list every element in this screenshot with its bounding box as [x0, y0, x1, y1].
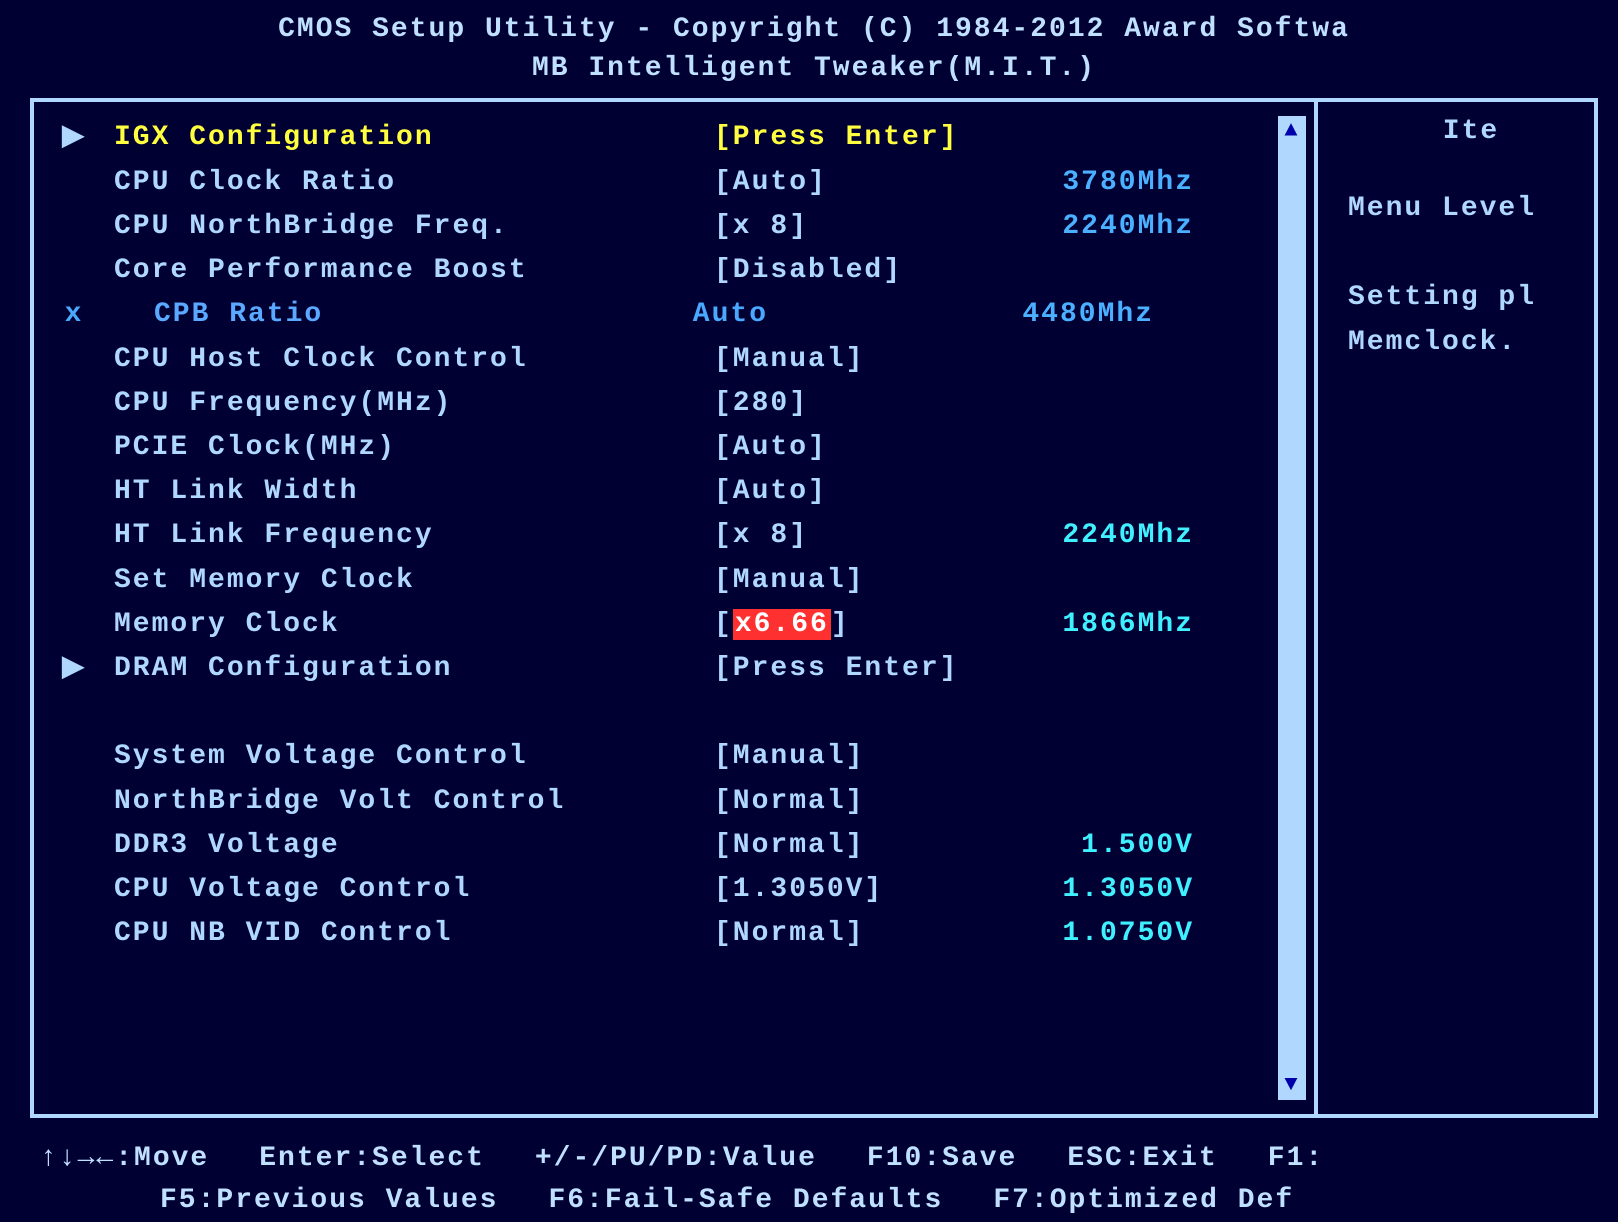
help-title: Ite	[1348, 116, 1594, 147]
bracket-close: ]	[831, 609, 850, 640]
hint-save: F10:Save	[867, 1138, 1067, 1180]
setting-value[interactable]: Auto	[674, 293, 954, 337]
setting-row[interactable]: CPU Voltage Control[1.3050V]1.3050V	[34, 868, 1314, 912]
setting-row[interactable]: Core Performance Boost[Disabled]	[34, 249, 1314, 293]
setting-label: NorthBridge Volt Control	[114, 780, 714, 824]
setting-row[interactable]: CPU NB VID Control[Normal]1.0750V	[34, 912, 1314, 956]
setting-row[interactable]: xCPB Ratio Auto4480Mhz	[34, 293, 1314, 337]
setting-label: CPU Frequency(MHz)	[114, 382, 714, 426]
setting-label: System Voltage Control	[114, 735, 714, 779]
setting-label: DRAM Configuration	[114, 647, 714, 691]
setting-value[interactable]: [Normal]	[714, 912, 994, 956]
hint-exit: ESC:Exit	[1067, 1138, 1267, 1180]
footer-hints: ↑↓→←:Move Enter:Select +/-/PU/PD:Value F…	[30, 1118, 1598, 1222]
setting-label: HT Link Frequency	[114, 514, 714, 558]
setting-label: Set Memory Clock	[114, 559, 714, 603]
setting-row[interactable]: Memory Clock[x6.66]1866Mhz	[34, 603, 1314, 647]
setting-label: Core Performance Boost	[114, 249, 714, 293]
hint-value: +/-/PU/PD:Value	[535, 1138, 867, 1180]
setting-value[interactable]: [Auto]	[714, 426, 994, 470]
setting-readout: 3780Mhz	[994, 161, 1194, 205]
setting-row[interactable]: HT Link Frequency[x 8]2240Mhz	[34, 514, 1314, 558]
bracket-open: [	[714, 609, 733, 640]
setting-row[interactable]: CPU Frequency(MHz)[280]	[34, 382, 1314, 426]
setting-row[interactable]: NorthBridge Volt Control[Normal]	[34, 780, 1314, 824]
scroll-track[interactable]	[1278, 142, 1306, 1074]
blank-row	[34, 691, 1314, 735]
setting-readout: 1.500V	[994, 824, 1194, 868]
setting-row[interactable]: CPU Host Clock Control[Manual]	[34, 338, 1314, 382]
setting-row[interactable]: CPU NorthBridge Freq.[x 8]2240Mhz	[34, 205, 1314, 249]
help-line-1: Menu Level	[1348, 187, 1594, 232]
setting-value[interactable]: [Press Enter]	[714, 647, 994, 691]
setting-row[interactable]: ▶IGX Configuration[Press Enter]	[34, 116, 1314, 160]
setting-label: HT Link Width	[114, 470, 714, 514]
setting-value[interactable]: [Normal]	[714, 780, 994, 824]
setting-row[interactable]: Set Memory Clock[Manual]	[34, 559, 1314, 603]
disabled-x-icon: x	[34, 293, 114, 337]
setting-row[interactable]: DDR3 Voltage[Normal]1.500V	[34, 824, 1314, 868]
submenu-arrow-icon: ▶	[34, 116, 114, 160]
setting-row[interactable]: CPU Clock Ratio[Auto]3780Mhz	[34, 161, 1314, 205]
setting-label: CPU Voltage Control	[114, 868, 714, 912]
setting-row[interactable]: System Voltage Control[Manual]	[34, 735, 1314, 779]
setting-label: Memory Clock	[114, 603, 714, 647]
help-line-2: Setting pl	[1348, 276, 1594, 321]
setting-label: IGX Configuration	[114, 116, 714, 160]
setting-row[interactable]: PCIE Clock(MHz)[Auto]	[34, 426, 1314, 470]
scroll-up-icon[interactable]: ▲	[1284, 120, 1299, 142]
setting-value[interactable]: [Manual]	[714, 559, 994, 603]
setting-readout: 4480Mhz	[954, 293, 1154, 337]
submenu-arrow-icon: ▶	[34, 647, 114, 691]
hint-prev: F5:Previous Values	[160, 1180, 548, 1222]
setting-readout: 1.3050V	[994, 868, 1194, 912]
hint-f1: F1:	[1268, 1138, 1374, 1180]
hint-optimized: F7:Optimized Def	[993, 1180, 1344, 1222]
setting-value[interactable]: [x 8]	[714, 514, 994, 558]
help-panel: Ite Menu Level Setting pl Memclock.	[1314, 102, 1594, 1114]
setting-readout: 1866Mhz	[994, 603, 1194, 647]
setting-label: CPU NorthBridge Freq.	[114, 205, 714, 249]
setting-label: CPU Clock Ratio	[114, 161, 714, 205]
scrollbar[interactable]: ▲ ▼	[1278, 116, 1306, 1100]
setting-label: PCIE Clock(MHz)	[114, 426, 714, 470]
setting-label: CPU Host Clock Control	[114, 338, 714, 382]
setting-readout: 2240Mhz	[994, 205, 1194, 249]
setting-row[interactable]: HT Link Width[Auto]	[34, 470, 1314, 514]
setting-label: CPB Ratio	[114, 293, 674, 337]
setting-value[interactable]: [x6.66]	[714, 603, 994, 647]
header-line-1: CMOS Setup Utility - Copyright (C) 1984-…	[30, 10, 1598, 49]
setting-readout: 1.0750V	[994, 912, 1194, 956]
main-panel: ▶IGX Configuration[Press Enter]CPU Clock…	[34, 102, 1314, 1114]
setting-value[interactable]: [Press Enter]	[714, 116, 994, 160]
setting-readout: 2240Mhz	[994, 514, 1194, 558]
setting-value[interactable]: [Manual]	[714, 735, 994, 779]
setting-row[interactable]: ▶DRAM Configuration[Press Enter]	[34, 647, 1314, 691]
bios-frame: ▶IGX Configuration[Press Enter]CPU Clock…	[30, 98, 1598, 1118]
scroll-down-icon[interactable]: ▼	[1284, 1074, 1299, 1096]
bios-header: CMOS Setup Utility - Copyright (C) 1984-…	[30, 10, 1598, 88]
setting-value[interactable]: [Manual]	[714, 338, 994, 382]
setting-value[interactable]: [Auto]	[714, 470, 994, 514]
setting-value[interactable]: [x 8]	[714, 205, 994, 249]
setting-value[interactable]: [1.3050V]	[714, 868, 994, 912]
setting-value[interactable]: [Auto]	[714, 161, 994, 205]
setting-label: DDR3 Voltage	[114, 824, 714, 868]
setting-label: CPU NB VID Control	[114, 912, 714, 956]
highlighted-value[interactable]: x6.66	[733, 609, 831, 640]
setting-value[interactable]: [Normal]	[714, 824, 994, 868]
hint-select: Enter:Select	[259, 1138, 535, 1180]
header-line-2: MB Intelligent Tweaker(M.I.T.)	[30, 49, 1598, 88]
setting-value[interactable]: [Disabled]	[714, 249, 994, 293]
help-line-3: Memclock.	[1348, 321, 1594, 366]
setting-value[interactable]: [280]	[714, 382, 994, 426]
hint-move: ↑↓→←:Move	[40, 1138, 259, 1180]
hint-failsafe: F6:Fail-Safe Defaults	[548, 1180, 993, 1222]
